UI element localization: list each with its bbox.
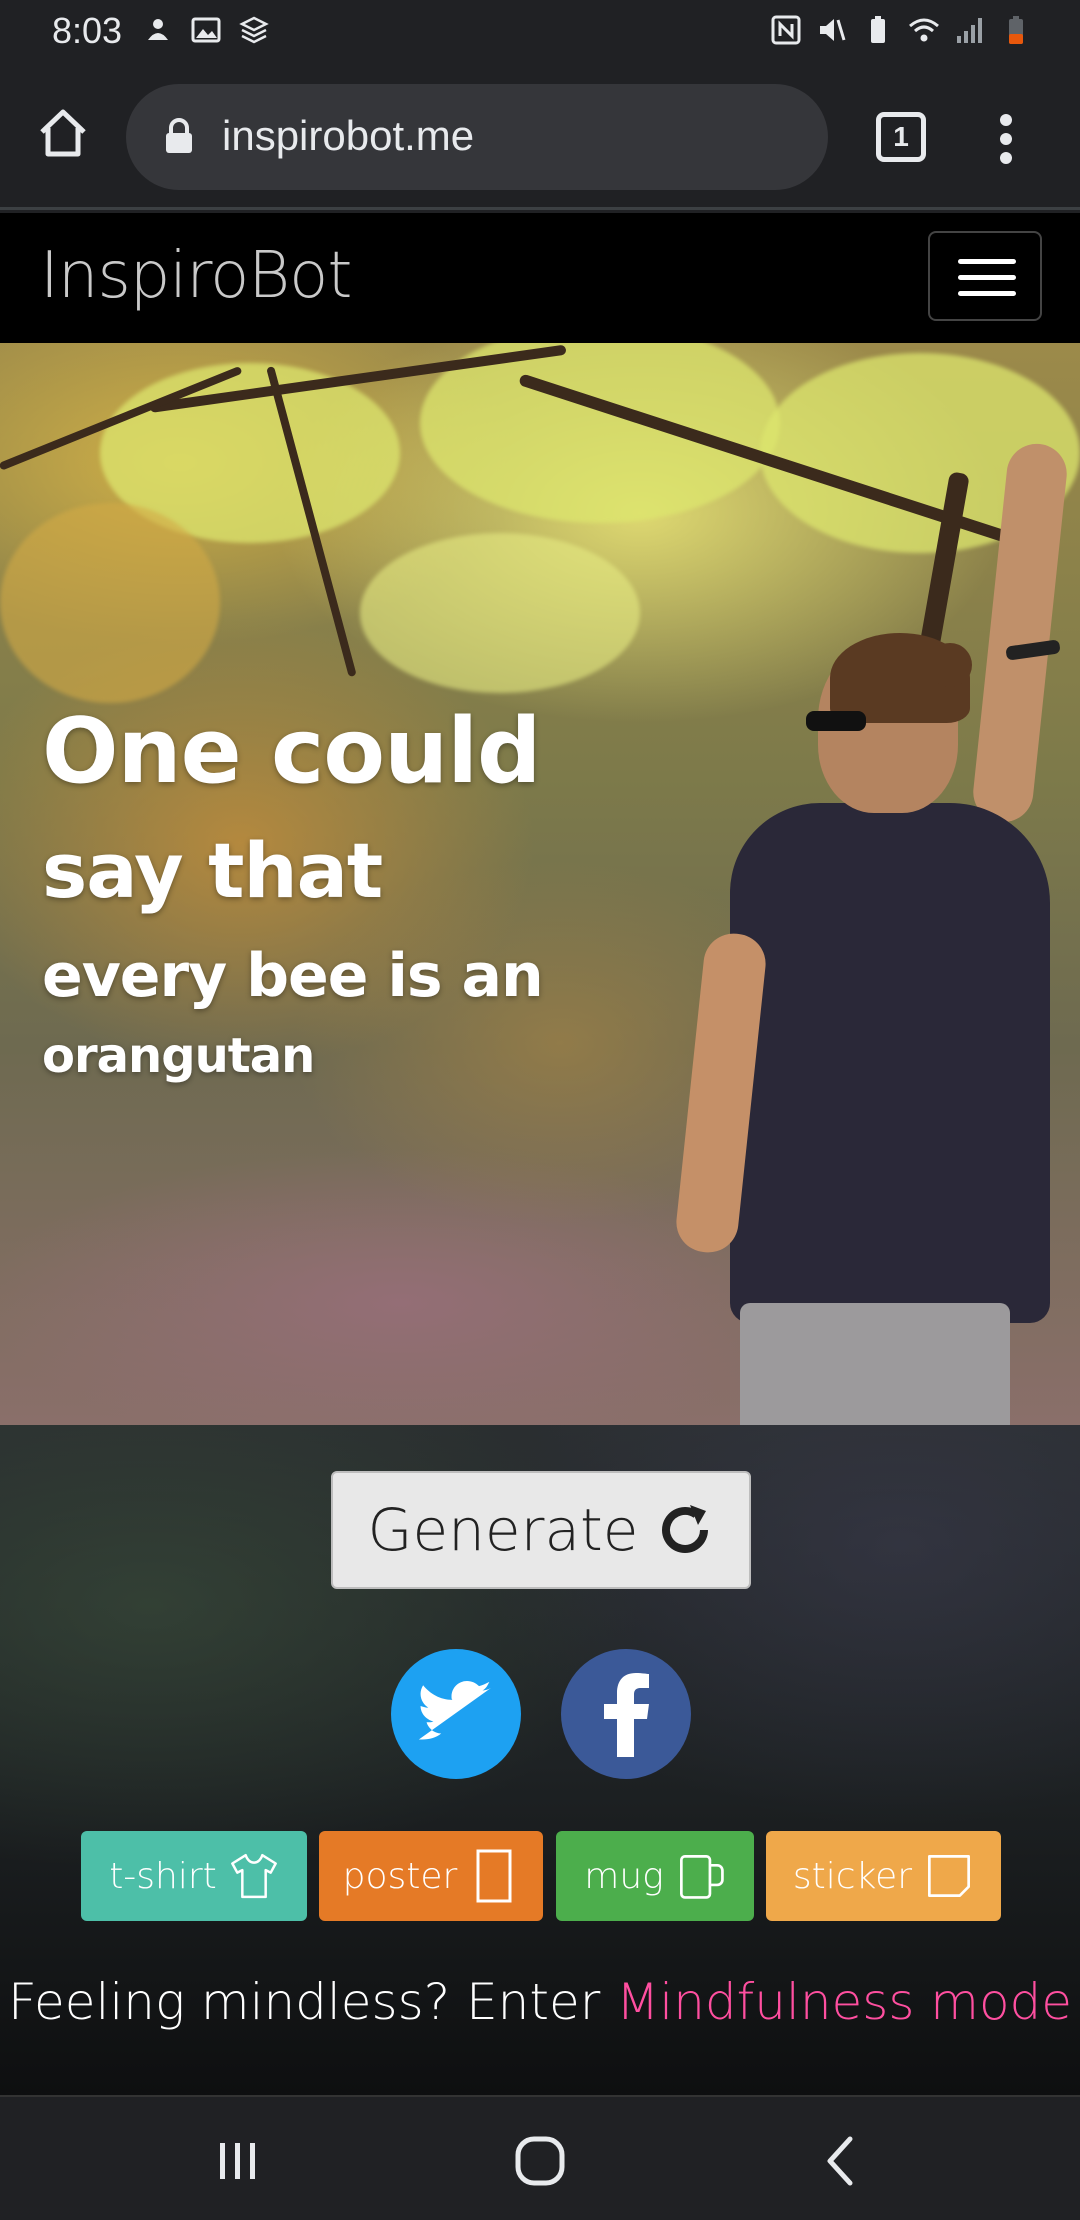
sticker-icon [928, 1855, 971, 1897]
leaf-cluster [420, 343, 780, 523]
refresh-icon [662, 1505, 709, 1553]
quote-line: orangutan [42, 1028, 315, 1084]
nfc-icon [771, 15, 801, 45]
back-icon[interactable] [812, 2131, 872, 2191]
quote-line: every bee is an [42, 941, 544, 1011]
quote-line: One could [42, 699, 541, 804]
sticker-button[interactable]: sticker [766, 1831, 1001, 1921]
sticker-label: sticker [792, 1855, 913, 1897]
tshirt-label: t-shirt [109, 1855, 217, 1897]
tab-switcher-button[interactable]: 1 [876, 112, 926, 162]
tshirt-button[interactable]: t-shirt [81, 1831, 307, 1921]
site-navbar: InspiroBot [0, 213, 1080, 343]
poster-label: poster [342, 1855, 458, 1897]
system-navigation-bar [0, 2095, 1080, 2220]
mindfulness-prefix: Feeling mindless? Enter [7, 1973, 617, 2031]
person-hair-bun [928, 643, 972, 687]
browser-toolbar: inspirobot.me 1 [0, 62, 1080, 210]
leaf-cluster [0, 503, 220, 703]
controls-panel: Generate t-shirt poster mug sticker Feel… [0, 1425, 1080, 2095]
hamburger-line [958, 291, 1016, 296]
mindfulness-prompt: Feeling mindless? Enter Mindfulness mode [0, 1973, 1080, 2031]
generate-button[interactable]: Generate [331, 1471, 751, 1589]
hamburger-line [958, 259, 1016, 264]
person-torso [730, 803, 1050, 1323]
mute-icon [820, 19, 846, 41]
quote-line: say that [42, 826, 383, 915]
twitter-icon [418, 1681, 492, 1740]
gallery-icon [191, 17, 221, 43]
signal-icon [957, 18, 982, 43]
mug-icon [679, 1855, 724, 1899]
status-bar: 8:03 [0, 0, 1080, 62]
url-text: inspirobot.me [222, 112, 475, 159]
notification-icon [148, 19, 168, 40]
home-nav-icon[interactable] [510, 2131, 570, 2191]
brand-logo[interactable]: InspiroBot [40, 239, 352, 313]
sunglasses [806, 711, 866, 731]
battery-icon [1009, 16, 1023, 44]
address-bar[interactable]: inspirobot.me [126, 84, 828, 190]
poster-button[interactable]: poster [319, 1831, 543, 1921]
facebook-share-button[interactable] [561, 1649, 691, 1779]
mindfulness-mode-link[interactable]: Mindfulness mode [616, 1973, 1072, 2031]
poster-icon [476, 1849, 512, 1903]
leaf-cluster [360, 533, 640, 693]
mug-button[interactable]: mug [556, 1831, 754, 1921]
mug-label: mug [584, 1855, 664, 1897]
more-options-icon[interactable] [994, 112, 1018, 166]
facebook-icon [604, 1673, 649, 1757]
lock-icon [166, 118, 192, 153]
stack-icon [239, 16, 269, 44]
status-left-icons [142, 14, 270, 46]
twitter-share-button[interactable] [391, 1649, 521, 1779]
wifi-icon [909, 18, 939, 42]
hamburger-menu-button[interactable] [928, 231, 1042, 321]
battery-saver-icon [871, 16, 885, 43]
tshirt-icon [230, 1853, 277, 1899]
person-jeans [740, 1303, 1010, 1425]
status-right-icons [770, 14, 1032, 46]
home-icon[interactable] [36, 106, 90, 160]
status-time: 8:03 [52, 10, 123, 51]
generate-label: Generate [367, 1496, 639, 1564]
quote-text: One could say that every bee is an orang… [42, 693, 544, 1091]
recent-apps-icon[interactable] [208, 2131, 268, 2191]
hamburger-line [958, 275, 1016, 280]
inspiration-image: One could say that every bee is an orang… [0, 343, 1080, 1425]
